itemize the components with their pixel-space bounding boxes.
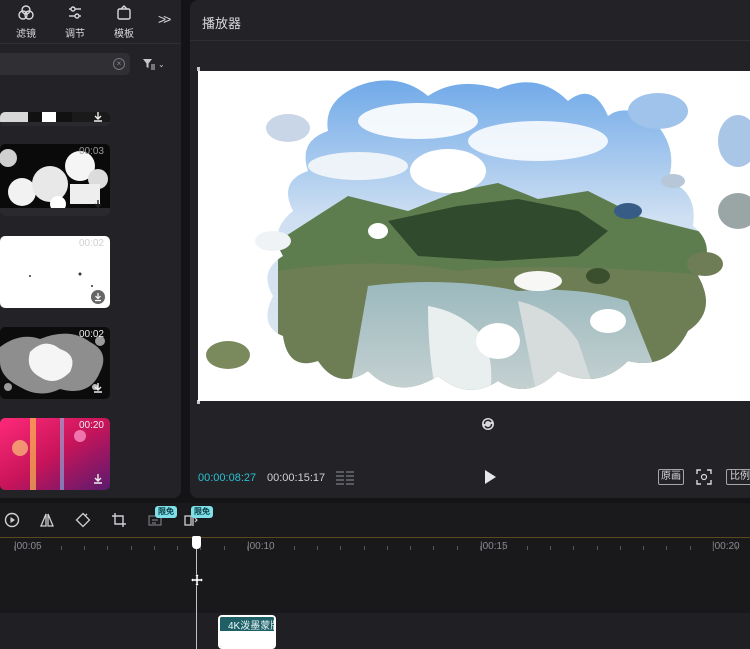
rotate-icon[interactable]	[75, 512, 91, 528]
tab-template-label: 模板	[114, 29, 134, 40]
video-editor: 滤镜 调节 模板 >> × ⌄ 00:03 00:02 00:02 00:20 …	[0, 0, 750, 649]
thumbnail-duration: 00:02	[78, 329, 104, 340]
thumbnail-duration: 00:03	[78, 146, 104, 157]
thumbnail-duration: 00:02	[78, 238, 104, 249]
filter-dropdown-button[interactable]: ⌄	[142, 57, 165, 71]
effect-thumbnail[interactable]: 00:02	[0, 236, 110, 308]
preview-image	[198, 71, 750, 401]
ruler-tick	[84, 546, 85, 550]
ruler-tick	[736, 546, 737, 550]
ruler-tick	[387, 546, 388, 550]
filter-funnel-icon	[143, 59, 155, 70]
tab-filter[interactable]: 滤镜	[6, 4, 46, 40]
thumbnail-caption	[0, 208, 110, 216]
ruler-tick	[61, 546, 62, 550]
filter-icon	[18, 5, 34, 20]
ruler-tick	[550, 546, 551, 550]
clear-search-icon[interactable]: ×	[113, 58, 125, 70]
refresh-icon[interactable]	[480, 416, 496, 432]
clip-thumbnail	[220, 631, 274, 647]
ruler-tick	[107, 546, 108, 550]
ruler-tick	[131, 546, 132, 550]
effect-thumbnail[interactable]: 00:20	[0, 418, 110, 490]
ruler-tick	[597, 546, 598, 550]
ruler-tick	[410, 546, 411, 550]
divider	[0, 43, 181, 44]
fit-screen-icon[interactable]	[696, 469, 712, 485]
ruler-tick	[690, 546, 691, 550]
ruler-tick	[154, 546, 155, 550]
search-input[interactable]: ×	[0, 53, 130, 75]
video-track[interactable]	[0, 613, 750, 649]
ruler-tick	[270, 546, 271, 550]
tab-adjust[interactable]: 调节	[55, 4, 95, 40]
ruler-tick	[224, 546, 225, 550]
playhead[interactable]	[196, 537, 197, 649]
ruler-tick	[247, 546, 248, 550]
effect-thumbnail[interactable]: 00:02	[0, 327, 110, 399]
ruler-tick	[666, 546, 667, 550]
ruler-tick	[573, 546, 574, 550]
current-time: 00:00:08:27	[198, 472, 257, 484]
expand-tabs-button[interactable]: >>	[158, 11, 171, 27]
video-preview[interactable]	[198, 71, 750, 401]
effects-panel: 滤镜 调节 模板 >> × ⌄ 00:03 00:02 00:02 00:20	[0, 0, 181, 498]
divider	[190, 40, 750, 41]
tab-adjust-label: 调节	[65, 29, 85, 40]
download-icon[interactable]	[91, 112, 105, 124]
download-icon[interactable]	[91, 472, 105, 486]
tab-filter-label: 滤镜	[16, 29, 36, 40]
ruler-tick	[364, 546, 365, 550]
template-icon	[117, 5, 131, 20]
aspect-ratio-button[interactable]: 比例	[726, 469, 750, 485]
free-badge: 限免	[191, 506, 213, 518]
crop-icon[interactable]	[111, 512, 127, 528]
ruler-tick	[503, 546, 504, 550]
effect-clip[interactable]: 4K泼墨蒙版	[218, 615, 276, 649]
thumbnail-duration: 00:20	[78, 420, 104, 431]
tool-tabs: 滤镜 调节 模板 >>	[0, 0, 181, 44]
effect-thumbnail[interactable]	[0, 112, 110, 126]
player-title: 播放器	[202, 16, 242, 31]
edit-toolbar: 限免 限免	[0, 503, 750, 537]
chevron-down-icon: ⌄	[158, 59, 165, 69]
tab-template[interactable]: 模板	[104, 4, 144, 40]
player-panel: 播放器 00:00:08:27 00:00:15:17 原画 比例	[190, 0, 750, 498]
effect-thumbnail[interactable]: 00:03	[0, 144, 110, 216]
ruler-tick	[294, 546, 295, 550]
ruler-tick	[177, 546, 178, 550]
ruler-tick	[527, 546, 528, 550]
ruler-tick	[480, 546, 481, 550]
ruler-tick	[37, 546, 38, 550]
mirror-icon[interactable]	[39, 512, 55, 528]
play-circle-icon[interactable]	[4, 512, 20, 528]
original-quality-button[interactable]: 原画	[658, 469, 684, 485]
ruler-tick	[14, 546, 15, 550]
ruler-tick	[713, 546, 714, 550]
move-cursor-icon	[191, 574, 203, 586]
ruler-tick	[457, 546, 458, 550]
play-icon[interactable]	[483, 469, 497, 485]
timeline[interactable]: |00:05 |00:10 |00:15 |00:20 4K泼墨蒙版	[0, 536, 750, 649]
ruler-tick	[317, 546, 318, 550]
ruler-tick	[620, 546, 621, 550]
download-icon[interactable]	[91, 290, 105, 304]
playhead-handle[interactable]	[192, 536, 201, 549]
ruler-tick	[643, 546, 644, 550]
waveform-icon[interactable]	[335, 469, 355, 485]
total-time: 00:00:15:17	[267, 472, 326, 484]
ruler-tick	[433, 546, 434, 550]
free-badge: 限免	[155, 506, 177, 518]
time-ruler[interactable]: |00:05 |00:10 |00:15 |00:20	[0, 537, 750, 555]
clip-label: 4K泼墨蒙版	[220, 617, 274, 631]
adjust-icon	[69, 6, 81, 19]
download-icon[interactable]	[91, 381, 105, 395]
ruler-tick	[340, 546, 341, 550]
